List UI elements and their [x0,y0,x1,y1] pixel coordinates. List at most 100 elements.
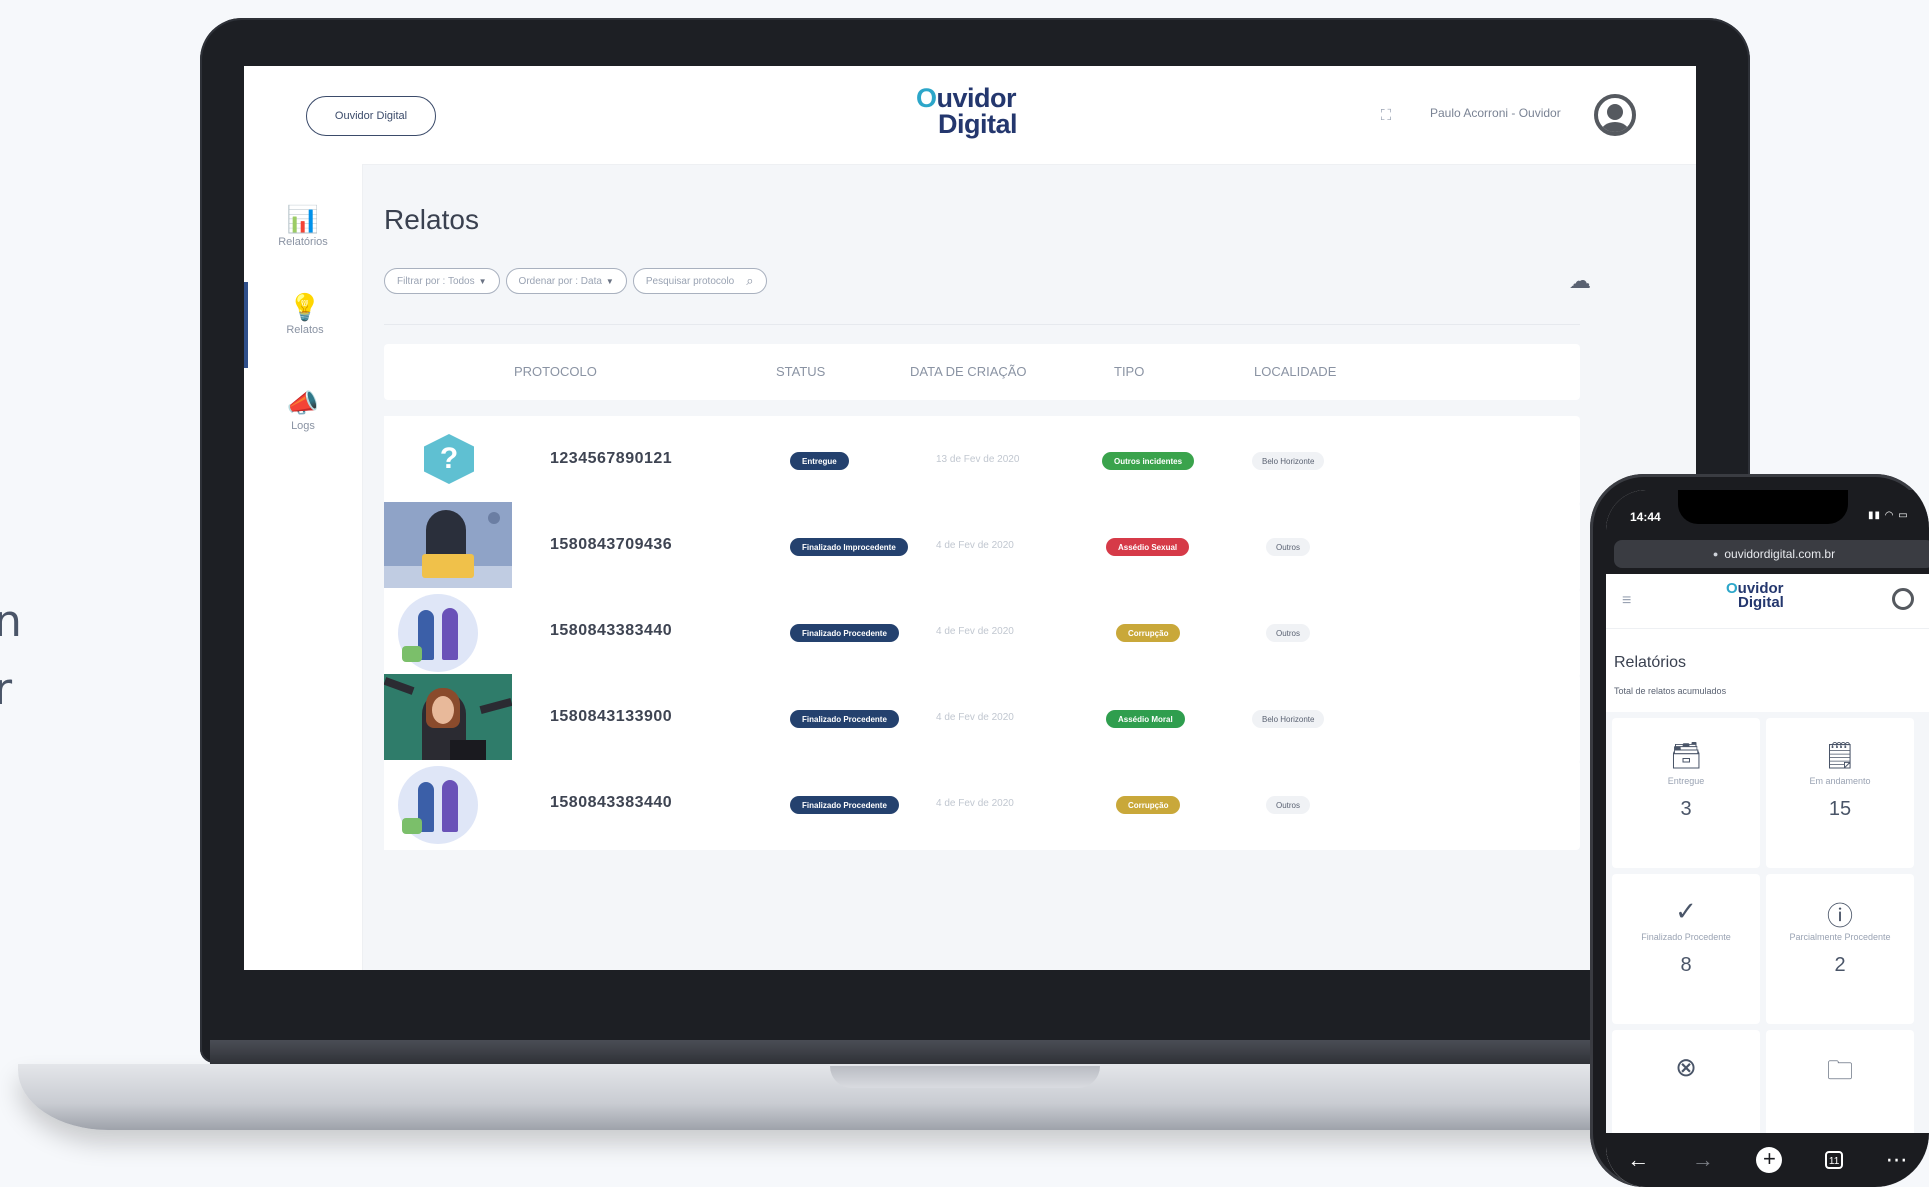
table-row[interactable]: 1580843383440 Finalizado Procedente 4 de… [384,760,1580,850]
sidebar-item-label: Relatórios [278,236,328,248]
protocol-number: 1580843709436 [550,536,673,553]
stat-card-em-andamento[interactable]: 🗒 Em andamento 15 [1766,718,1914,868]
creation-date: 13 de Fev de 2020 [936,454,1020,465]
cloud-download-icon[interactable]: ☁ [1566,268,1594,296]
tipo-badge: Assédio Moral [1106,710,1185,728]
sidebar-item-logs[interactable]: 📣 Logs [244,378,362,464]
browser-toolbar: ← → + 11 ⋯ [1606,1133,1929,1187]
status-badge: Finalizado Procedente [790,796,899,814]
caret-down-icon: ▼ [605,276,614,286]
signal-wifi-battery-icon: ▮▮ ◠ ▭ [1868,510,1909,521]
status-badge: Finalizado Procedente [790,710,899,728]
table-row[interactable]: 1580843133900 Finalizado Procedente 4 de… [384,674,1580,764]
localidade-badge: Outros [1266,538,1311,556]
moral-harassment-thumbnail [384,674,512,764]
user-icon[interactable] [1892,588,1914,610]
browser-address-bar: ● ouvidordigital.com.br [1606,534,1929,574]
status-badge: Finalizado Improcedente [790,538,908,556]
harassment-thumbnail [384,502,512,592]
stat-value: 8 [1680,953,1692,976]
stat-card-entregue[interactable]: 🗃 Entregue 3 [1612,718,1760,868]
stat-card-parcialmente-procedente[interactable]: ⓘ Parcialmente Procedente 2 [1766,874,1914,1024]
creation-date: 4 de Fev de 2020 [936,626,1014,637]
phone-page-title: Relatórios [1614,654,1687,671]
divider [384,324,1580,325]
ouvidor-digital-button[interactable]: Ouvidor Digital [306,96,436,136]
column-header-data[interactable]: DATA DE CRIAÇÃO [910,364,1027,379]
protocol-number: 1580843133900 [550,708,673,725]
protocol-number: 1234567890121 [550,450,673,467]
cropped-text-1: n [0,596,22,647]
column-header-localidade[interactable]: LOCALIDADE [1254,364,1336,379]
app-logo[interactable]: Ouvidor Digital [916,85,1036,146]
tabs-icon[interactable]: 11 [1825,1151,1844,1169]
column-header-protocolo[interactable]: PROTOCOLO [514,364,597,379]
stat-card-finalizado-procedente[interactable]: ✓ Finalizado Procedente 8 [1612,874,1760,1024]
table-row[interactable]: 1580843383440 Finalizado Procedente 4 de… [384,588,1580,678]
sidebar-item-relatorios[interactable]: 📊 Relatórios [244,194,362,280]
stat-label: Parcialmente Procedente [1789,932,1891,942]
status-badge: Finalizado Procedente [790,624,899,642]
order-dropdown[interactable]: Ordenar por : Data ▼ [505,268,627,294]
stat-label: Entregue [1667,776,1705,786]
phone-time: 14:44 [1630,510,1661,524]
laptop-screen: Ouvidor Digital Ouvidor Digital ⛶ Paulo … [244,66,1696,970]
corruption-thumbnail [384,588,512,678]
sidebar-item-label: Logs [291,420,315,432]
phone-page-subtitle: Total de relatos acumulados [1614,686,1727,696]
phone-app-logo[interactable]: Ouvidor Digital [1726,581,1784,612]
x-circle-icon: ⊗ [1675,1052,1697,1082]
table-row[interactable]: 1580843709436 Finalizado Improcedente 4 … [384,502,1580,592]
protocol-number: 1580843383440 [550,794,673,811]
order-dropdown-label: Ordenar por : Data [518,275,602,287]
new-tab-plus-icon[interactable]: + [1756,1147,1783,1173]
hamburger-menu-icon[interactable]: ≡ [1622,592,1631,610]
document-icon: 🗒 [1823,740,1857,770]
search-placeholder: Pesquisar protocolo [645,275,735,287]
bar-chart-icon: 📊 [286,204,320,234]
inbox-icon: 🗃 [1669,740,1703,770]
main-content: Relatos Filtrar por : Todos ▼ Ordenar por… [384,164,1696,970]
forward-arrow-icon[interactable]: → [1692,1147,1714,1173]
phone-screen: 14:44 ▮▮ ◠ ▭ ● ouvidordigital.com.br ≡ O… [1606,490,1929,1187]
url-text: ouvidordigital.com.br [1724,547,1836,561]
sidebar-item-label: Relatos [286,324,324,336]
page-title: Relatos [384,204,479,235]
sidebar-item-relatos[interactable]: 💡 Relatos [244,282,362,368]
localidade-badge: Belo Horizonte [1252,452,1325,470]
filter-dropdown-label: Filtrar por : Todos [397,275,475,287]
creation-date: 4 de Fev de 2020 [936,712,1014,723]
phone-logo-line2: Digital [1738,594,1784,612]
user-avatar-icon[interactable] [1594,94,1636,136]
user-name[interactable]: Paulo Acorroni - Ouvidor [1430,106,1561,120]
stat-label: Em andamento [1809,776,1871,786]
stat-label: Finalizado Procedente [1641,932,1731,942]
search-icon[interactable]: ⌕ [746,273,753,289]
phone-status-bar: 14:44 ▮▮ ◠ ▭ [1606,490,1929,534]
localidade-badge: Outros [1266,796,1311,814]
back-arrow-icon[interactable]: ← [1627,1147,1649,1173]
table-row[interactable]: ? 1234567890121 Entregue 13 de Fev de 20… [384,416,1580,506]
sidebar: 📊 Relatórios 💡 Relatos 📣 Logs [244,164,363,970]
megaphone-icon: 📣 [286,388,320,418]
creation-date: 4 de Fev de 2020 [936,540,1014,551]
alert-circle-icon: ⓘ [1826,901,1853,931]
check-circle-icon: ✓ [1675,896,1697,926]
url-field[interactable]: ● ouvidordigital.com.br [1614,540,1929,568]
tipo-badge: Corrupção [1116,624,1181,642]
filter-dropdown[interactable]: Filtrar por : Todos ▼ [384,268,500,294]
column-header-tipo[interactable]: TIPO [1114,364,1144,379]
fullscreen-icon[interactable]: ⛶ [1378,108,1394,124]
lock-icon: ● [1712,549,1719,559]
protocol-search-input[interactable]: Pesquisar protocolo ⌕ [632,268,767,294]
tipo-badge: Assédio Sexual [1106,538,1190,556]
filter-bar: Filtrar por : Todos ▼ Ordenar por : Data ▼… [384,268,767,294]
cropped-text-2: r [0,664,13,715]
tipo-badge: Corrupção [1116,796,1181,814]
stat-value: 15 [1828,797,1852,820]
status-badge: Entregue [790,452,849,470]
column-header-status[interactable]: STATUS [776,364,825,379]
folder-icon: 🗀 [1826,1055,1853,1085]
more-options-icon[interactable]: ⋯ [1886,1147,1908,1173]
corruption-thumbnail [384,760,512,850]
